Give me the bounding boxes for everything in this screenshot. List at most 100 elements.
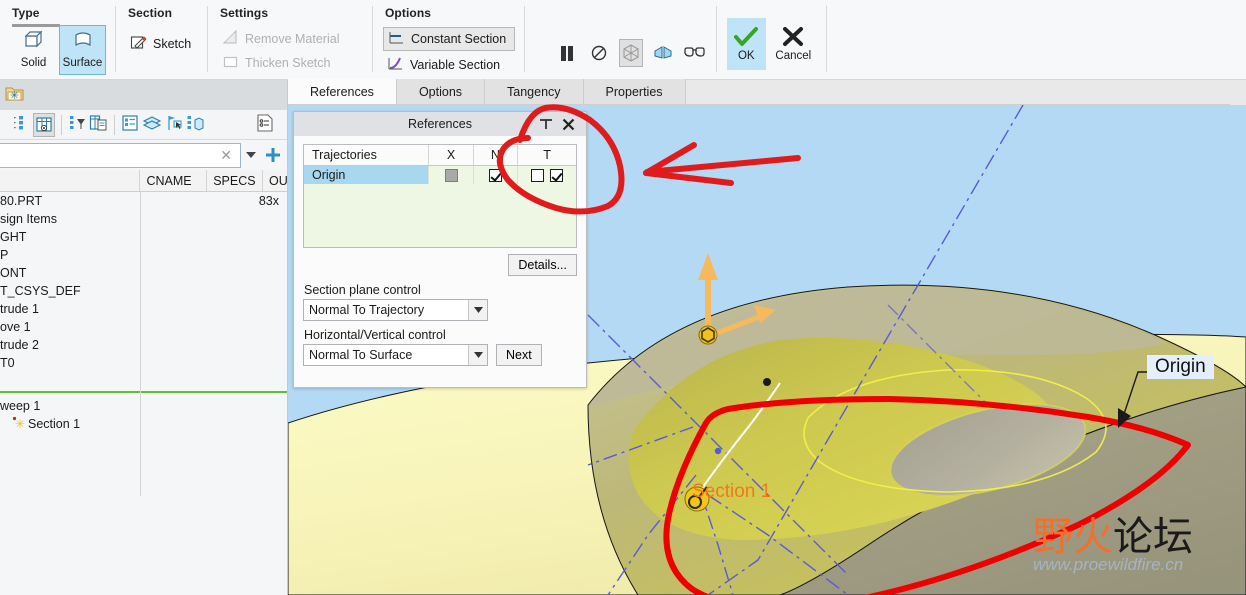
close-icon[interactable] bbox=[558, 114, 578, 134]
type-surface-button[interactable]: Surface bbox=[59, 25, 106, 75]
tree-pick-icon[interactable] bbox=[165, 114, 183, 135]
tree-row[interactable]: 80.PRT 83x bbox=[0, 192, 287, 210]
tree-columns-icon[interactable] bbox=[33, 112, 55, 137]
clear-search-icon[interactable]: ✕ bbox=[216, 147, 236, 164]
col-t[interactable]: T bbox=[517, 145, 576, 166]
variable-section-icon bbox=[387, 55, 404, 75]
tree-layers-icon[interactable] bbox=[142, 114, 162, 135]
col-n[interactable]: N bbox=[473, 145, 519, 166]
ribbon-group-title: Settings bbox=[220, 6, 269, 20]
constant-section-icon bbox=[388, 29, 405, 49]
tree-row[interactable]: GHT bbox=[0, 228, 287, 246]
remove-material-button[interactable]: Remove Material bbox=[218, 27, 363, 51]
tab-options[interactable]: Options bbox=[396, 79, 486, 104]
cancel-button[interactable]: Cancel bbox=[770, 18, 817, 70]
model-tree-topbar: ✳ bbox=[0, 80, 287, 110]
tree-list-icon[interactable] bbox=[0, 114, 9, 135]
tab-label: References bbox=[310, 84, 374, 99]
references-dialog-title-text: References bbox=[408, 117, 472, 131]
tree-row[interactable]: sign Items bbox=[0, 210, 287, 228]
tree-row[interactable]: weep 1 bbox=[0, 397, 287, 415]
pause-icon[interactable] bbox=[555, 39, 580, 67]
search-dropdown-icon[interactable] bbox=[241, 143, 261, 167]
tree-row-label: Section 1 bbox=[28, 417, 81, 431]
ok-button[interactable]: OK bbox=[727, 18, 766, 70]
glasses-preview-icon[interactable] bbox=[682, 39, 707, 67]
section-preview-icon[interactable] bbox=[650, 39, 675, 67]
toolbar-separator bbox=[61, 114, 62, 135]
chevron-down-icon[interactable] bbox=[468, 345, 487, 365]
chevron-down-icon[interactable] bbox=[468, 300, 487, 320]
section-plane-control-combo[interactable]: Normal To Trajectory bbox=[303, 299, 488, 321]
trajectories-table[interactable]: Trajectories X N T Origin bbox=[303, 144, 577, 248]
folder-star-icon[interactable]: ✳ bbox=[4, 84, 26, 107]
tab-properties[interactable]: Properties bbox=[583, 79, 686, 104]
thicken-sketch-button[interactable]: Thicken Sketch bbox=[218, 51, 363, 75]
section-label-text: Section 1 bbox=[692, 481, 772, 502]
type-solid-button[interactable]: Solid bbox=[10, 25, 57, 75]
tree-row[interactable]: trude 1 bbox=[0, 300, 287, 318]
tree-settings-icon[interactable] bbox=[255, 113, 275, 136]
tree-row[interactable]: P bbox=[0, 246, 287, 264]
col-x[interactable]: X bbox=[428, 145, 474, 166]
tree-filter-icon[interactable] bbox=[68, 114, 86, 135]
variable-section-button[interactable]: Variable Section bbox=[383, 53, 515, 77]
tree-row[interactable]: ✳ Section 1 bbox=[0, 415, 287, 433]
row-name-origin[interactable]: Origin bbox=[304, 165, 430, 184]
preview-geometry-icon[interactable] bbox=[618, 39, 644, 67]
tree-row-label: sign Items bbox=[0, 212, 57, 226]
model-tree-search-row: ✕ bbox=[0, 140, 287, 170]
cell-x[interactable] bbox=[428, 165, 474, 184]
ribbon-group-options: Options Constant Section Variable Sectio… bbox=[373, 0, 525, 80]
t-checkbox-left[interactable] bbox=[530, 168, 544, 182]
svg-text:✳: ✳ bbox=[15, 417, 25, 430]
constant-section-button[interactable]: Constant Section bbox=[383, 27, 515, 51]
tree-row[interactable]: trude 2 bbox=[0, 336, 287, 354]
x-gray-box bbox=[444, 168, 458, 182]
search-input-wrapper[interactable]: ✕ bbox=[0, 142, 241, 168]
thicken-sketch-icon bbox=[222, 53, 239, 73]
tabbar-filler bbox=[846, 80, 1246, 105]
column-header-out[interactable]: OU bbox=[262, 170, 287, 191]
svg-text:✳: ✳ bbox=[10, 89, 19, 102]
references-dialog-titlebar[interactable]: References bbox=[294, 112, 586, 136]
horizontal-vertical-control-combo[interactable]: Normal To Surface bbox=[303, 344, 488, 366]
tree-row-label: ONT bbox=[0, 266, 27, 280]
tree-detail-icon[interactable] bbox=[121, 114, 139, 135]
search-input[interactable] bbox=[0, 147, 217, 163]
col-trajectories[interactable]: Trajectories bbox=[304, 145, 430, 166]
variable-section-label: Variable Section bbox=[410, 58, 501, 72]
details-button[interactable]: Details... bbox=[508, 254, 577, 276]
model-tree-column-headers: CNAME SPECS OU bbox=[0, 170, 287, 192]
n-checkbox[interactable] bbox=[488, 168, 502, 182]
tab-references[interactable]: References bbox=[288, 79, 397, 104]
origin-callout-text: Origin bbox=[1155, 356, 1206, 377]
section-star-icon: ✳ bbox=[12, 416, 26, 433]
no-entry-icon[interactable] bbox=[587, 39, 612, 67]
table-row[interactable]: Origin bbox=[304, 165, 576, 184]
tab-label: Properties bbox=[605, 84, 663, 99]
tree-group-icon[interactable] bbox=[186, 114, 205, 135]
tree-row[interactable]: T_CSYS_DEF bbox=[0, 282, 287, 300]
tree-items-icon[interactable] bbox=[12, 114, 30, 135]
collapse-pin-icon[interactable] bbox=[536, 114, 556, 134]
ribbon-group-settings: Settings Remove Material Thicken Sketch bbox=[208, 0, 373, 80]
origin-callout[interactable]: Origin bbox=[1147, 355, 1214, 379]
ribbon-group-title: Section bbox=[128, 6, 173, 20]
tab-tangency[interactable]: Tangency bbox=[485, 79, 584, 104]
column-header-name[interactable] bbox=[0, 170, 139, 191]
tree-row[interactable]: ove 1 bbox=[0, 318, 287, 336]
sketch-button[interactable]: Sketch bbox=[126, 32, 195, 56]
add-filter-icon[interactable] bbox=[261, 143, 285, 167]
column-header-specs[interactable]: SPECS bbox=[206, 170, 262, 191]
tree-row[interactable]: T0 bbox=[0, 354, 287, 372]
t-checkbox-right[interactable] bbox=[550, 168, 564, 182]
references-dialog[interactable]: References Trajectories X N T Origin Det… bbox=[293, 111, 587, 388]
ribbon-group-confirm: OK Cancel bbox=[717, 0, 827, 80]
cell-t[interactable] bbox=[518, 165, 576, 184]
cell-n[interactable] bbox=[473, 165, 519, 184]
next-button[interactable]: Next bbox=[496, 344, 542, 366]
tree-copy-icon[interactable] bbox=[89, 114, 108, 135]
tree-row[interactable]: ONT bbox=[0, 264, 287, 282]
column-header-cname[interactable]: CNAME bbox=[139, 170, 206, 191]
